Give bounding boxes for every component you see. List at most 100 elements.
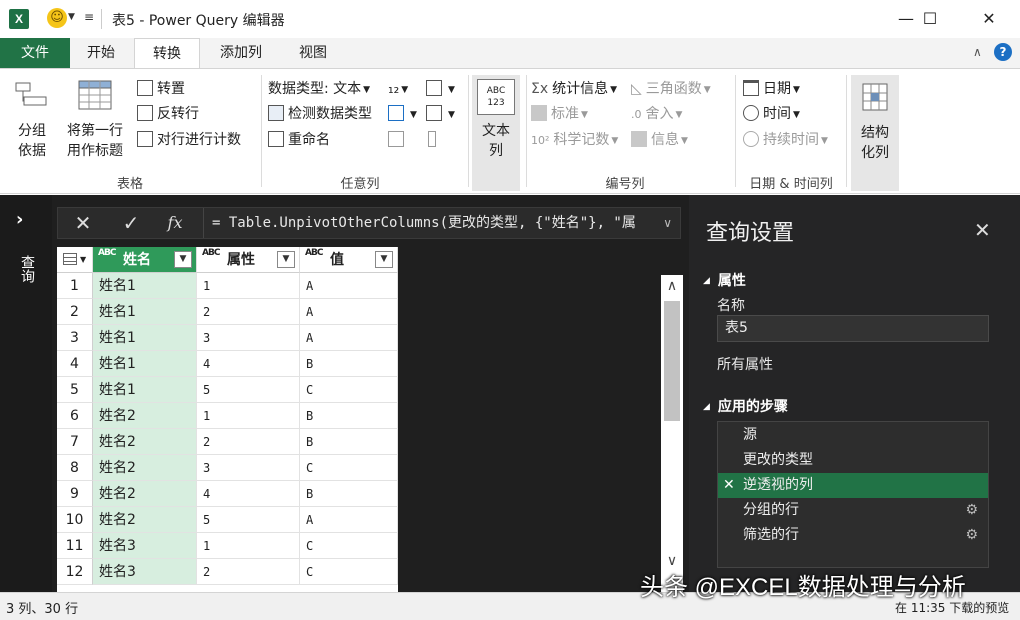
table-cell[interactable]: C <box>300 559 398 585</box>
table-cell[interactable]: 2 <box>197 429 300 455</box>
detect-type-button[interactable]: 检测数据类型 <box>268 103 372 125</box>
table-cell[interactable]: 2 <box>197 559 300 585</box>
all-properties-link[interactable]: 所有属性 <box>717 354 773 374</box>
step-unpivoted-columns[interactable]: ✕ 逆透视的列 <box>718 473 988 498</box>
scroll-up-icon[interactable]: ∧ <box>661 275 683 297</box>
close-icon[interactable]: ✕ <box>974 218 991 242</box>
rename-button[interactable]: 重命名 <box>268 129 330 151</box>
transpose-button[interactable]: 转置 <box>137 78 185 100</box>
table-cell[interactable]: A <box>300 299 398 325</box>
fx-icon[interactable]: fx <box>152 208 198 238</box>
table-cell[interactable]: 2 <box>197 299 300 325</box>
properties-section-header[interactable]: ◢ 属性 <box>703 270 746 290</box>
table-cell[interactable]: B <box>300 351 398 377</box>
delete-step-icon[interactable]: ✕ <box>723 473 735 498</box>
column-header-value[interactable]: ABC 值 ▼ <box>300 247 398 273</box>
table-cell[interactable]: 姓名1 <box>93 377 197 403</box>
quick-access-customize-icon[interactable]: ≡ <box>84 10 94 24</box>
table-cell[interactable]: 1 <box>197 273 300 299</box>
reverse-rows-button[interactable]: 反转行 <box>137 103 199 125</box>
trig-dropdown[interactable]: ◺ 三角函数 ▼ <box>631 78 711 100</box>
table-cell[interactable]: 姓名1 <box>93 299 197 325</box>
table-cell[interactable]: B <box>300 403 398 429</box>
tab-home[interactable]: 开始 <box>72 38 130 68</box>
table-cell[interactable]: 5 <box>197 507 300 533</box>
replace-values-button[interactable]: ₁₂ ▼ <box>388 78 408 100</box>
count-rows-button[interactable]: 对行进行计数 <box>137 129 241 151</box>
table-cell[interactable]: B <box>300 481 398 507</box>
row-number[interactable]: 3 <box>57 325 93 351</box>
expand-queries-icon[interactable]: › <box>16 209 23 230</box>
row-number[interactable]: 1 <box>57 273 93 299</box>
structured-column-button[interactable]: 结构 化列 <box>851 75 899 191</box>
table-cell[interactable]: C <box>300 533 398 559</box>
table-cell[interactable]: 3 <box>197 325 300 351</box>
scientific-dropdown[interactable]: 10² 科学记数 ▼ <box>531 129 618 151</box>
row-number[interactable]: 9 <box>57 481 93 507</box>
gear-icon[interactable]: ⚙ <box>965 523 978 548</box>
table-cell[interactable]: 5 <box>197 377 300 403</box>
scrollbar-thumb[interactable] <box>664 301 680 421</box>
text-column-button[interactable]: ABC 123 文本 列 <box>472 75 520 191</box>
tab-transform[interactable]: 转换 <box>134 38 200 68</box>
gear-icon[interactable]: ⚙ <box>965 498 978 523</box>
chevron-down-icon[interactable]: ▼ <box>68 12 75 22</box>
table-cell[interactable]: C <box>300 377 398 403</box>
row-number[interactable]: 2 <box>57 299 93 325</box>
formula-input[interactable]: = Table.UnpivotOtherColumns(更改的类型, {"姓名"… <box>203 208 653 238</box>
row-number[interactable]: 11 <box>57 533 93 559</box>
table-cell[interactable]: 姓名2 <box>93 455 197 481</box>
step-filtered-rows[interactable]: 筛选的行 ⚙ <box>718 523 988 548</box>
table-cell[interactable]: 姓名2 <box>93 481 197 507</box>
info-dropdown[interactable]: 信息 ▼ <box>631 129 688 151</box>
row-number[interactable]: 6 <box>57 403 93 429</box>
collapse-ribbon-icon[interactable]: ∧ <box>973 45 982 59</box>
table-cell[interactable]: 1 <box>197 403 300 429</box>
table-cell[interactable]: 姓名1 <box>93 351 197 377</box>
use-first-row-button[interactable]: 将第一行 用作标题 <box>58 79 132 161</box>
table-cell[interactable]: 姓名1 <box>93 325 197 351</box>
table-cell[interactable]: 姓名2 <box>93 507 197 533</box>
table-cell[interactable]: 1 <box>197 533 300 559</box>
column-header-name[interactable]: ABC 姓名 ▼ <box>93 247 197 273</box>
table-cell[interactable]: 姓名3 <box>93 559 197 585</box>
row-number[interactable]: 12 <box>57 559 93 585</box>
table-cell[interactable]: A <box>300 325 398 351</box>
query-name-input[interactable]: 表5 <box>717 315 989 342</box>
filter-dropdown-icon[interactable]: ▼ <box>277 251 295 268</box>
row-number[interactable]: 4 <box>57 351 93 377</box>
chevron-down-icon[interactable]: ∨ <box>663 208 672 238</box>
close-button[interactable]: ✕ <box>966 4 1012 34</box>
rounding-dropdown[interactable]: .0 舍入 ▼ <box>631 103 682 125</box>
fill-button[interactable]: ▼ <box>426 78 455 100</box>
move-button[interactable] <box>388 129 408 151</box>
table-menu-button[interactable]: ▼ <box>57 247 93 273</box>
standard-dropdown[interactable]: 标准 ▼ <box>531 103 588 125</box>
cancel-formula-icon[interactable]: ✕ <box>60 208 106 238</box>
table-cell[interactable]: 姓名3 <box>93 533 197 559</box>
table-cell[interactable]: 4 <box>197 481 300 507</box>
tab-file[interactable]: 文件 <box>0 38 70 68</box>
pivot-button[interactable]: ▼ <box>426 103 455 125</box>
tab-view[interactable]: 视图 <box>284 38 342 68</box>
confirm-formula-icon[interactable]: ✓ <box>108 208 154 238</box>
table-cell[interactable]: 3 <box>197 455 300 481</box>
row-number[interactable]: 5 <box>57 377 93 403</box>
group-by-button[interactable]: 分组 依据 <box>8 79 56 161</box>
tab-add-column[interactable]: 添加列 <box>205 38 277 68</box>
row-number[interactable]: 8 <box>57 455 93 481</box>
table-cell[interactable]: 姓名1 <box>93 273 197 299</box>
fill-down-button[interactable]: ▼ <box>388 103 417 125</box>
time-dropdown[interactable]: 时间 ▼ <box>743 103 800 125</box>
column-header-attribute[interactable]: ABC 属性 ▼ <box>197 247 300 273</box>
help-icon[interactable]: ? <box>994 43 1012 61</box>
vertical-scrollbar[interactable]: ∧ ∨ <box>661 275 683 592</box>
queries-label[interactable]: 查询 <box>17 255 37 283</box>
row-number[interactable]: 10 <box>57 507 93 533</box>
table-cell[interactable]: 姓名2 <box>93 403 197 429</box>
step-source[interactable]: 源 <box>718 423 988 448</box>
statistics-dropdown[interactable]: Σx 统计信息 ▼ <box>531 78 617 100</box>
maximize-button[interactable]: ☐ <box>907 4 953 34</box>
filter-dropdown-icon[interactable]: ▼ <box>174 251 192 268</box>
table-cell[interactable]: 4 <box>197 351 300 377</box>
